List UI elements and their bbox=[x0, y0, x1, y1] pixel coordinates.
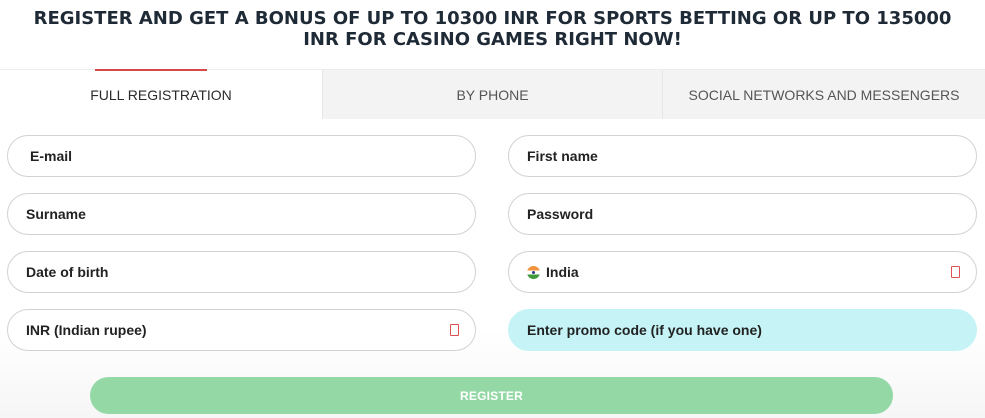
first-name-field[interactable]: First name bbox=[508, 135, 977, 177]
date-of-birth-field[interactable]: Date of birth bbox=[7, 251, 476, 293]
surname-label: Surname bbox=[26, 206, 86, 222]
promo-code-field[interactable]: Enter promo code (if you have one) bbox=[508, 309, 977, 351]
date-of-birth-label: Date of birth bbox=[26, 264, 109, 280]
promo-headline: REGISTER AND GET A BONUS OF UP TO 10300 … bbox=[33, 8, 952, 50]
password-field[interactable]: Password bbox=[508, 193, 977, 235]
country-value: India bbox=[546, 264, 579, 280]
registration-tabs: FULL REGISTRATION BY PHONE SOCIAL NETWOR… bbox=[0, 69, 985, 120]
tab-full-registration[interactable]: FULL REGISTRATION bbox=[0, 69, 322, 120]
currency-value: INR (Indian rupee) bbox=[26, 322, 147, 338]
surname-field[interactable]: Surname bbox=[7, 193, 476, 235]
country-select[interactable]: India bbox=[508, 251, 977, 293]
email-label: E-mail bbox=[30, 148, 73, 164]
promo-code-label: Enter promo code (if you have one) bbox=[527, 322, 762, 338]
first-name-label: First name bbox=[527, 148, 598, 164]
dropdown-icon bbox=[951, 266, 960, 278]
india-flag-icon bbox=[527, 265, 540, 279]
register-button[interactable]: REGISTER bbox=[90, 377, 893, 414]
tab-by-phone[interactable]: BY PHONE bbox=[322, 70, 662, 120]
tab-social-networks[interactable]: SOCIAL NETWORKS AND MESSENGERS bbox=[662, 70, 985, 120]
dropdown-icon bbox=[450, 324, 459, 336]
password-label: Password bbox=[527, 206, 594, 222]
email-field[interactable]: E-mail bbox=[7, 135, 476, 177]
currency-select[interactable]: INR (Indian rupee) bbox=[7, 309, 476, 351]
